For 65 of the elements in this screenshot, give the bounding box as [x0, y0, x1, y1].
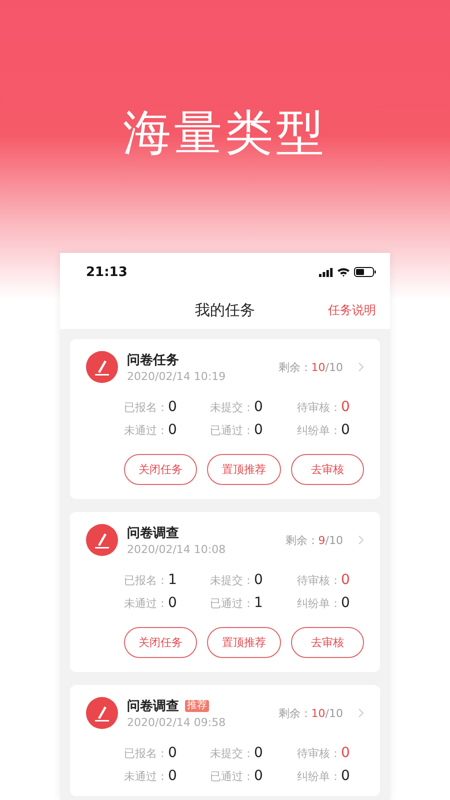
- stat-label: 纠纷单：: [297, 769, 341, 784]
- action-button[interactable]: 置顶推荐: [207, 627, 281, 658]
- task-title: 问卷调查: [127, 698, 179, 715]
- tag: 推荐: [185, 700, 209, 712]
- task-date: 2020/02/14 10:19: [127, 370, 227, 383]
- stat-label: 未提交：: [210, 573, 254, 588]
- stat-label: 待审核：: [297, 573, 341, 588]
- stat-value: 0: [341, 422, 350, 438]
- stat-value: 0: [254, 422, 263, 438]
- action-button[interactable]: 关闭任务: [124, 627, 198, 658]
- stat-label: 待审核：: [297, 746, 341, 761]
- stat-value: 1: [168, 572, 177, 588]
- stat-value: 0: [341, 572, 350, 588]
- stat-label: 待审核：: [297, 400, 341, 415]
- battery-icon: [354, 267, 376, 277]
- headline: 海量类型: [123, 104, 327, 163]
- stat-value: 0: [168, 399, 177, 415]
- stat-label: 已通过：: [210, 596, 254, 611]
- stat-label: 未提交：: [210, 746, 254, 761]
- task-info-link[interactable]: 任务说明: [328, 302, 376, 318]
- status-time: 21:13: [86, 264, 128, 280]
- stat-label: 未通过：: [124, 769, 168, 784]
- remaining-count: 剩余：10/10: [278, 360, 343, 374]
- pencil-icon: [86, 524, 118, 556]
- stat-value: 1: [254, 595, 263, 611]
- pencil-icon: [86, 351, 118, 383]
- stat-value: 0: [341, 399, 350, 415]
- stat-label: 未通过：: [124, 596, 168, 611]
- pencil-icon: [86, 697, 118, 729]
- stat-value: 0: [254, 572, 263, 588]
- action-button[interactable]: 去审核: [290, 454, 364, 485]
- stat-label: 未通过：: [124, 423, 168, 438]
- stat-label: 已报名：: [124, 400, 168, 415]
- stat-label: 已通过：: [210, 423, 254, 438]
- stat-label: 已报名：: [124, 746, 168, 761]
- stat-value: 0: [341, 768, 350, 784]
- stat-label: 纠纷单：: [297, 596, 341, 611]
- stat-label: 已报名：: [124, 573, 168, 588]
- wifi-icon: [337, 267, 350, 277]
- stat-label: 未提交：: [210, 400, 254, 415]
- action-button[interactable]: 去审核: [290, 627, 364, 658]
- task-title: 问卷任务: [127, 352, 179, 369]
- stat-value: 0: [254, 399, 263, 415]
- stat-value: 0: [254, 768, 263, 784]
- action-button[interactable]: 关闭任务: [124, 454, 198, 485]
- task-title: 问卷调查: [127, 525, 179, 542]
- action-button[interactable]: 置顶推荐: [207, 454, 281, 485]
- stat-value: 0: [168, 768, 177, 784]
- stat-value: 0: [168, 422, 177, 438]
- chevron-icon[interactable]: [358, 535, 364, 545]
- chevron-icon[interactable]: [358, 362, 364, 372]
- stat-value: 0: [168, 595, 177, 611]
- stat-value: 0: [254, 745, 263, 761]
- stat-label: 纠纷单：: [297, 423, 341, 438]
- stat-label: 已通过：: [210, 769, 254, 784]
- stat-value: 0: [341, 745, 350, 761]
- stat-value: 0: [168, 745, 177, 761]
- signal-icon: [319, 268, 333, 276]
- task-date: 2020/02/14 09:58: [127, 716, 227, 729]
- page-title: 我的任务: [195, 300, 255, 320]
- remaining-count: 剩余：10/10: [278, 706, 343, 720]
- stat-value: 0: [341, 595, 350, 611]
- chevron-icon[interactable]: [358, 708, 364, 718]
- remaining-count: 剩余：9/10: [285, 532, 343, 548]
- task-date: 2020/02/14 10:08: [127, 543, 227, 556]
